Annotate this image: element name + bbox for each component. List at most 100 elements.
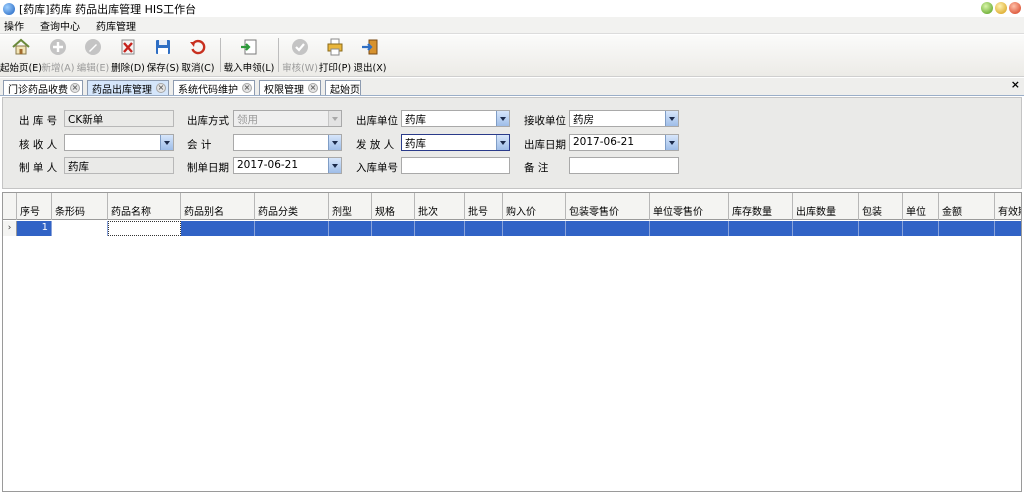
window-controls	[981, 2, 1021, 14]
maximize-icon[interactable]	[995, 2, 1007, 14]
table-cell[interactable]	[903, 221, 939, 236]
close-icon[interactable]	[1009, 2, 1021, 14]
ck-date-picker[interactable]: 2017-06-21	[569, 134, 679, 151]
column-header[interactable]: 药品别名	[181, 193, 255, 220]
table-cell[interactable]	[329, 221, 372, 236]
column-header[interactable]: 药品分类	[255, 193, 329, 220]
table-cell[interactable]	[108, 221, 181, 236]
menu-query-center[interactable]: 查询中心	[40, 18, 80, 33]
chevron-down-icon[interactable]	[496, 135, 509, 150]
menu-pharmacy-mgmt[interactable]: 药库管理	[96, 18, 136, 33]
ck-method-select[interactable]: 领用	[233, 110, 342, 127]
exit-icon	[360, 37, 380, 57]
chevron-down-icon[interactable]	[665, 135, 678, 150]
table-cell[interactable]	[793, 221, 859, 236]
minimize-icon[interactable]	[981, 2, 993, 14]
save-button[interactable]: 保存(S)	[146, 35, 180, 75]
drug-grid: 序号 条形码 药品名称 药品别名 药品分类 剂型 规格 批次 批号 购入价 包装…	[2, 192, 1022, 492]
recv-unit-select[interactable]: 药房	[569, 110, 679, 127]
import-icon	[239, 37, 259, 57]
home-icon	[11, 37, 31, 57]
table-cell[interactable]	[859, 221, 903, 236]
chevron-down-icon[interactable]	[328, 135, 341, 150]
ck-date-label: 出库日期	[524, 139, 566, 151]
column-header[interactable]: 出库数量	[793, 193, 859, 220]
maker-field[interactable]: 药库	[64, 157, 174, 174]
column-header[interactable]: 条形码	[52, 193, 108, 220]
tab-start-page[interactable]: 起始页	[325, 80, 361, 96]
table-cell[interactable]	[566, 221, 650, 236]
column-header[interactable]: 购入价	[503, 193, 566, 220]
column-header[interactable]: 有效期	[995, 193, 1021, 220]
title-bar: [药库]药库 药品出库管理 HIS工作台	[0, 0, 1024, 17]
tab-drug-outbound[interactable]: 药品出库管理 ×	[87, 80, 169, 96]
column-header[interactable]: 库存数量	[729, 193, 793, 220]
print-button[interactable]: 打印(P)	[318, 35, 352, 75]
tab-permissions[interactable]: 权限管理 ×	[259, 80, 321, 96]
table-cell[interactable]: 1	[17, 221, 52, 236]
column-header[interactable]: 单位	[903, 193, 939, 220]
tab-system-code[interactable]: 系统代码维护 ×	[173, 80, 255, 96]
edit-button[interactable]: 编辑(E)	[76, 35, 110, 75]
menu-operate[interactable]: 操作	[4, 18, 24, 33]
add-button[interactable]: 新增(A)	[41, 35, 75, 75]
column-header[interactable]: 金额	[939, 193, 995, 220]
rk-no-field[interactable]	[401, 157, 510, 174]
close-icon[interactable]: ×	[70, 83, 80, 93]
table-cell[interactable]	[939, 221, 995, 236]
ck-unit-select[interactable]: 药库	[401, 110, 510, 127]
column-header[interactable]: 剂型	[329, 193, 372, 220]
toolbar: 起始页(E) 新增(A) 编辑(E) 删除(D) 保存(S) 取消(C) 载入申…	[0, 35, 1024, 77]
table-cell[interactable]	[650, 221, 729, 236]
column-header[interactable]: 包装	[859, 193, 903, 220]
table-cell[interactable]	[255, 221, 329, 236]
table-cell[interactable]	[415, 221, 465, 236]
maker-label: 制 单 人	[19, 162, 58, 174]
load-requisition-button[interactable]: 载入申领(L)	[224, 35, 274, 75]
chevron-down-icon[interactable]	[160, 135, 173, 150]
close-panel-icon[interactable]: ×	[1011, 78, 1020, 91]
chevron-down-icon[interactable]	[665, 111, 678, 126]
chevron-down-icon[interactable]	[328, 158, 341, 173]
make-date-picker[interactable]: 2017-06-21	[233, 157, 342, 174]
grid-header: 序号 条形码 药品名称 药品别名 药品分类 剂型 规格 批次 批号 购入价 包装…	[3, 193, 1021, 220]
close-icon[interactable]: ×	[242, 83, 252, 93]
cancel-button[interactable]: 取消(C)	[181, 35, 215, 75]
table-cell[interactable]	[503, 221, 566, 236]
chevron-down-icon[interactable]	[328, 111, 341, 126]
accountant-label: 会 计	[187, 139, 212, 151]
table-cell[interactable]	[729, 221, 793, 236]
print-icon	[325, 37, 345, 57]
home-button[interactable]: 起始页(E)	[0, 35, 42, 75]
accountant-select[interactable]	[233, 134, 342, 151]
table-cell[interactable]	[52, 221, 108, 236]
column-header[interactable]: 序号	[17, 193, 52, 220]
column-header[interactable]: 包装零售价	[566, 193, 650, 220]
approve-button[interactable]: 审核(W)	[282, 35, 318, 75]
row-header-corner	[3, 193, 17, 220]
column-header[interactable]: 单位零售价	[650, 193, 729, 220]
table-cell[interactable]	[465, 221, 503, 236]
close-icon[interactable]: ×	[156, 83, 166, 93]
delete-button[interactable]: 删除(D)	[111, 35, 145, 75]
toolbar-separator	[220, 38, 221, 72]
edit-icon	[83, 37, 103, 57]
table-cell[interactable]	[181, 221, 255, 236]
close-icon[interactable]: ×	[308, 83, 318, 93]
approve-icon	[290, 37, 310, 57]
column-header[interactable]: 规格	[372, 193, 415, 220]
table-row[interactable]: 1	[17, 221, 1021, 236]
sender-select[interactable]: 药库	[401, 134, 510, 151]
remark-field[interactable]	[569, 157, 679, 174]
table-cell[interactable]	[995, 221, 1021, 236]
column-header[interactable]: 批次	[415, 193, 465, 220]
chevron-down-icon[interactable]	[496, 111, 509, 126]
checker-select[interactable]	[64, 134, 174, 151]
ck-no-field[interactable]: CK新单	[64, 110, 174, 127]
exit-button[interactable]: 退出(X)	[353, 35, 387, 75]
table-cell[interactable]	[372, 221, 415, 236]
tab-outpatient-drug-fee[interactable]: 门诊药品收费 ×	[3, 80, 83, 96]
column-header[interactable]: 药品名称	[108, 193, 181, 220]
recv-unit-label: 接收单位	[524, 115, 566, 127]
column-header[interactable]: 批号	[465, 193, 503, 220]
